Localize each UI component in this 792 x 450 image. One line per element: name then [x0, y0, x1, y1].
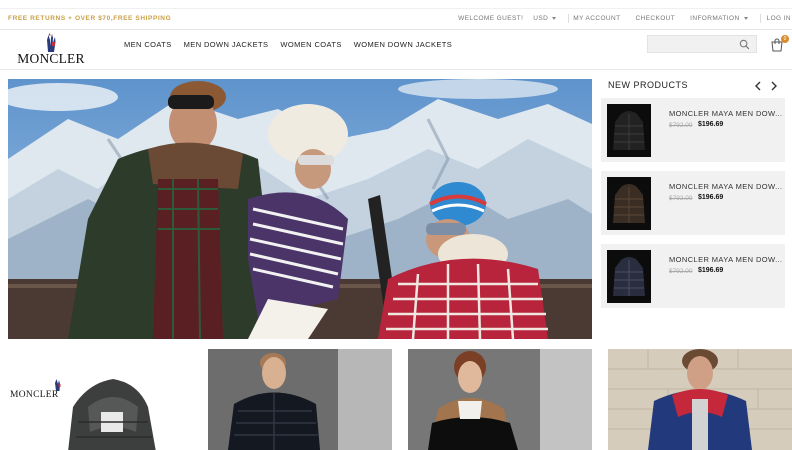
- product-thumbnail[interactable]: [607, 250, 651, 303]
- currency-label: USD: [533, 15, 549, 22]
- category-tile[interactable]: [608, 349, 792, 450]
- nav-men-down-jackets[interactable]: MEN DOWN JACKETS: [184, 40, 269, 49]
- product-old-price: $792.00: [669, 268, 693, 275]
- search-input[interactable]: [648, 39, 738, 56]
- chevron-left-icon[interactable]: [754, 81, 762, 91]
- new-product-card[interactable]: MONCLER MAYA MEN DOW... $792.00 $196.69: [601, 244, 785, 308]
- category-tile[interactable]: [208, 349, 392, 450]
- nav-women-coats[interactable]: WOMEN COATS: [280, 40, 341, 49]
- promo-text: FREE RETURNS + OVER $70,FREE SHIPPING: [8, 15, 172, 22]
- currency-select[interactable]: USD: [533, 15, 557, 22]
- chevron-right-icon[interactable]: [770, 81, 778, 91]
- category-tile[interactable]: MONCLER: [0, 349, 196, 450]
- men-jacket-image: [208, 349, 392, 450]
- men-parka-image: [608, 349, 792, 450]
- welcome-text: WELCOME GUEST!: [458, 15, 524, 22]
- product-thumbnail[interactable]: [607, 104, 651, 157]
- new-products-title: NEW PRODUCTS: [608, 80, 688, 90]
- product-name[interactable]: MONCLER MAYA MEN DOW...: [669, 109, 783, 118]
- hero-banner[interactable]: [8, 79, 592, 339]
- new-product-card[interactable]: MONCLER MAYA MEN DOW... $792.00 $196.69: [601, 171, 785, 235]
- information-label: INFORMATION: [690, 15, 740, 22]
- nav-men-coats[interactable]: MEN COATS: [124, 40, 172, 49]
- jacket-image: [68, 379, 156, 450]
- product-old-price: $792.00: [669, 195, 693, 202]
- information-menu[interactable]: INFORMATION: [690, 15, 748, 22]
- jacket-image: [613, 111, 645, 150]
- divider: [568, 14, 570, 23]
- divider: [759, 14, 761, 23]
- search-icon[interactable]: [739, 39, 750, 50]
- jacket-image: [613, 257, 645, 296]
- product-old-price: $792.00: [669, 122, 693, 129]
- product-name[interactable]: MONCLER MAYA MEN DOW...: [669, 255, 783, 264]
- top-bar: FREE RETURNS + OVER $70,FREE SHIPPING WE…: [0, 8, 792, 30]
- top-links: WELCOME GUEST! USD MY ACCOUNT CHECKOUT I…: [443, 14, 792, 23]
- hero-image: [8, 79, 592, 339]
- checkout-link[interactable]: CHECKOUT: [635, 15, 675, 22]
- logo[interactable]: MONCLER: [12, 32, 90, 68]
- nav-women-down-jackets[interactable]: WOMEN DOWN JACKETS: [354, 40, 452, 49]
- chevron-down-icon: [552, 17, 557, 20]
- jacket-image: [613, 184, 645, 223]
- chevron-down-icon: [743, 17, 748, 20]
- my-account-link[interactable]: MY ACCOUNT: [573, 15, 620, 22]
- search-box: [647, 35, 757, 56]
- product-name[interactable]: MONCLER MAYA MEN DOW...: [669, 182, 783, 191]
- main-nav: MEN COATS MEN DOWN JACKETS WOMEN COATS W…: [124, 40, 464, 49]
- product-price: $196.69: [698, 194, 724, 201]
- product-price: $196.69: [698, 121, 724, 128]
- new-product-card[interactable]: MONCLER MAYA MEN DOW... $792.00 $196.69: [601, 98, 785, 162]
- product-price: $196.69: [698, 267, 724, 274]
- header: MONCLER MEN COATS MEN DOWN JACKETS WOMEN…: [0, 30, 792, 70]
- cart-count-badge: 0: [781, 35, 789, 43]
- women-jacket-image: [408, 349, 592, 450]
- logo-text: MONCLER: [17, 51, 85, 66]
- login-link[interactable]: LOG IN: [767, 15, 791, 22]
- category-tile[interactable]: [408, 349, 592, 450]
- product-thumbnail[interactable]: [607, 177, 651, 230]
